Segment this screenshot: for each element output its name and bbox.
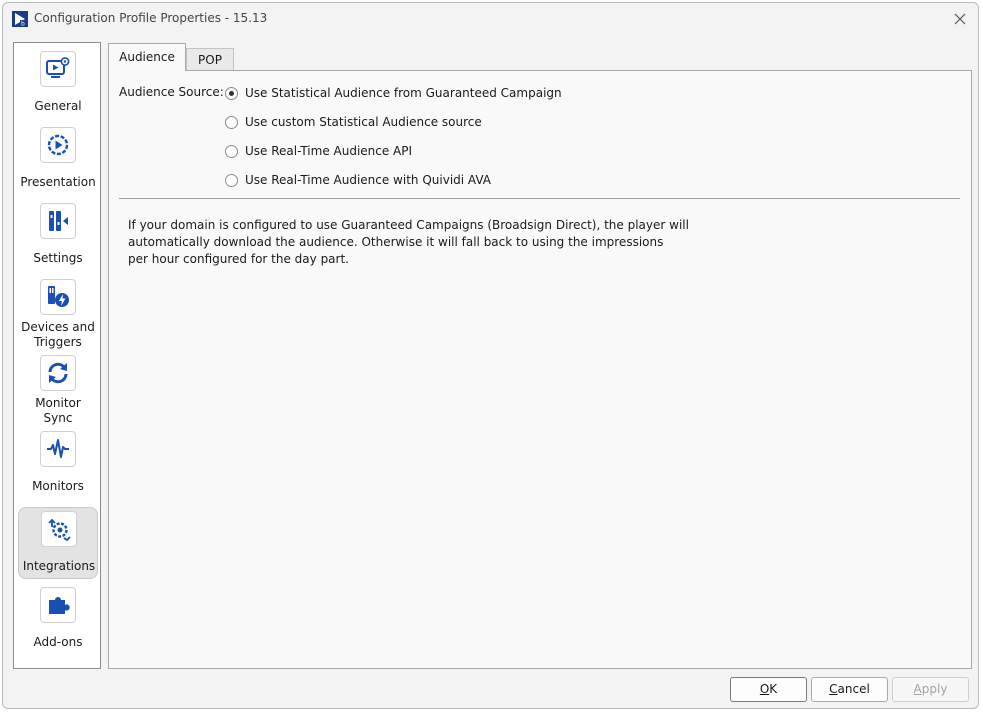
puzzle-piece-icon — [49, 597, 70, 614]
help-line: automatically download the audience. Oth… — [128, 235, 664, 249]
radio-button[interactable] — [225, 174, 238, 187]
sidebar: General Presentation Settings Devices an… — [13, 42, 101, 669]
sync-arrows-icon — [48, 362, 68, 384]
ok-button[interactable]: OK — [730, 677, 807, 702]
window-title: Configuration Profile Properties - 15.13 — [34, 11, 268, 25]
sidebar-item-label: Settings — [33, 251, 83, 265]
integration-gear-icon — [48, 518, 71, 541]
apply-button[interactable]: Apply — [892, 677, 969, 702]
monitor-play-gear-icon — [46, 57, 70, 78]
title-bar: b Configuration Profile Properties - 15.… — [3, 3, 978, 35]
sidebar-item-general[interactable]: General — [18, 47, 98, 119]
sidebar-item-integrations[interactable]: Integrations — [18, 507, 98, 579]
cancel-button[interactable]: Cancel — [811, 677, 888, 702]
sidebar-item-label: General — [34, 99, 82, 113]
tab-audience[interactable]: Audience — [108, 43, 186, 71]
radio-label: Use Statistical Audience from Guaranteed… — [245, 86, 562, 100]
radio-button[interactable] — [225, 145, 238, 158]
sidebar-item-label: Monitors — [32, 479, 84, 493]
radio-label: Use Real-Time Audience with Quividi AVA — [245, 173, 492, 187]
radio-button[interactable] — [225, 116, 238, 129]
sidebar-item-label: Monitor Sync — [35, 396, 81, 425]
play-circle-icon — [47, 134, 69, 156]
sidebar-item-presentation[interactable]: Presentation — [18, 123, 98, 195]
settings-panel-icon — [49, 211, 68, 231]
svg-text:b: b — [21, 21, 25, 28]
pulse-wave-icon — [47, 439, 69, 458]
sidebar-item-devices-and-triggers[interactable]: Devices and Triggers — [18, 275, 98, 349]
radio-button-checked[interactable] — [225, 87, 238, 100]
help-line: per hour configured for the day part. — [128, 252, 349, 266]
device-lightning-icon — [48, 286, 69, 307]
sidebar-item-label: Presentation — [20, 175, 96, 189]
audience-source-label: Audience Source: — [119, 85, 224, 99]
help-line: If your domain is configured to use Guar… — [128, 218, 689, 232]
sidebar-item-monitors[interactable]: Monitors — [18, 427, 98, 499]
radio-label: Use Real-Time Audience API — [245, 144, 413, 158]
dialog-window: b Configuration Profile Properties - 15.… — [2, 2, 979, 709]
sidebar-item-label: Devices and Triggers — [21, 320, 95, 349]
divider — [119, 198, 960, 199]
radio-label: Use custom Statistical Audience source — [245, 115, 482, 129]
sidebar-item-label: Integrations — [22, 559, 96, 573]
audience-panel: Audience Source: Use Statistical Audienc… — [108, 70, 972, 669]
sidebar-item-monitor-sync[interactable]: Monitor Sync — [18, 351, 98, 425]
app-logo-icon: b — [12, 11, 28, 27]
sidebar-item-label: Add-ons — [33, 635, 83, 649]
sidebar-item-settings[interactable]: Settings — [18, 199, 98, 271]
tab-pop[interactable]: POP — [186, 48, 234, 72]
close-icon[interactable] — [950, 9, 970, 29]
sidebar-item-add-ons[interactable]: Add-ons — [18, 583, 98, 655]
help-text: If your domain is configured to use Guar… — [128, 217, 708, 268]
